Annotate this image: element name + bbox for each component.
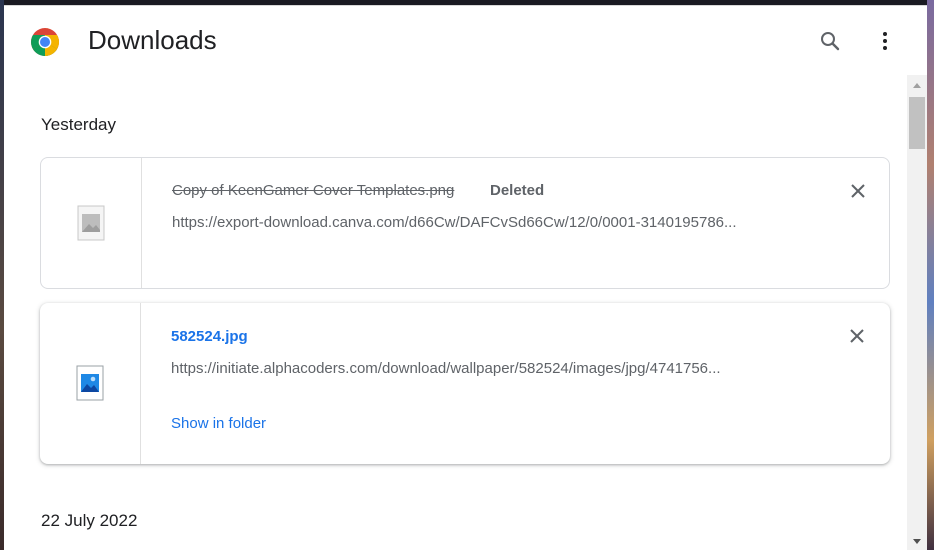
show-in-folder-link[interactable]: Show in folder xyxy=(171,415,266,432)
download-status-badge: Deleted xyxy=(490,182,545,199)
image-file-icon xyxy=(76,365,104,401)
download-item-582524: 582524.jpg https://initiate.alphacoders.… xyxy=(40,303,890,464)
search-icon[interactable] xyxy=(818,29,842,53)
download-filename-link[interactable]: 582524.jpg xyxy=(171,328,248,345)
scroll-up-arrow-icon[interactable] xyxy=(913,83,921,88)
desktop-wallpaper-right xyxy=(927,0,934,550)
scroll-down-arrow-icon[interactable] xyxy=(913,539,921,544)
scrollbar[interactable] xyxy=(907,75,927,550)
download-url: https://initiate.alphacoders.com/downloa… xyxy=(171,360,721,377)
remove-item-close-icon[interactable] xyxy=(846,325,868,347)
section-header-yesterday: Yesterday xyxy=(41,115,116,134)
more-vert-icon[interactable] xyxy=(873,29,897,53)
downloads-page: Downloads Yesterday Copy of KeenGamer Co… xyxy=(4,5,927,550)
window-top-border xyxy=(4,5,927,6)
chrome-logo-icon xyxy=(31,28,59,56)
card-divider xyxy=(141,158,142,288)
download-item-deleted: Copy of KeenGamer Cover Templates.png De… xyxy=(40,157,890,289)
card-divider xyxy=(140,303,141,464)
download-filename: Copy of KeenGamer Cover Templates.png xyxy=(172,182,455,199)
page-title: Downloads xyxy=(88,25,217,55)
scrollbar-thumb[interactable] xyxy=(909,97,925,149)
section-header-22-july-2022: 22 July 2022 xyxy=(41,511,138,530)
broken-image-file-icon xyxy=(77,205,105,241)
download-url: https://export-download.canva.com/d66Cw/… xyxy=(172,214,737,231)
remove-item-close-icon[interactable] xyxy=(847,180,869,202)
